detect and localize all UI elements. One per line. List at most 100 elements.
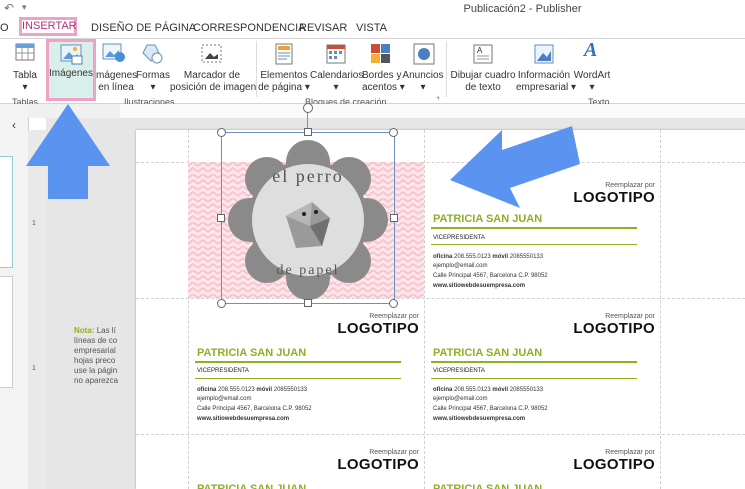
formas-button[interactable]: Formas ▾ <box>136 39 170 101</box>
page-thumbnail-1[interactable] <box>0 156 13 268</box>
tab-insertar[interactable]: INSERTAR <box>19 17 77 36</box>
imagenes-linea-label-1: mágenes <box>96 70 138 81</box>
card-address: Calle Principal 4567, Barcelona C.P. 980… <box>197 406 312 412</box>
picture-placeholder-icon <box>201 44 222 63</box>
card-name: PATRICIA SAN JUAN <box>433 213 543 225</box>
tab-insertar-label: INSERTAR <box>22 20 77 32</box>
resize-handle[interactable] <box>217 128 226 137</box>
wordart-dropdown-icon: ▾ <box>589 82 595 93</box>
imagenes-en-linea-button[interactable]: mágenes en línea <box>96 39 138 101</box>
elementos-pagina-button[interactable]: Elementos de página ▾ <box>258 39 310 101</box>
formas-label: Formas <box>136 70 170 81</box>
informacion-empresarial-button[interactable]: Informaciónempresarial ▾ <box>516 39 576 101</box>
note-line: hojas preco <box>74 356 116 365</box>
logo-placeholder: LOGOTIPO <box>573 320 655 337</box>
page-thumbnail-2[interactable] <box>0 276 13 388</box>
card-email: ejemplo@email.com <box>433 263 488 269</box>
anuncios-label: Anuncios <box>402 70 444 81</box>
page-parts-icon <box>275 43 293 65</box>
card-web: www.sitiowebdesuempresa.com <box>433 283 526 289</box>
mobile: 2085550133 <box>509 254 544 260</box>
card-name: PATRICIA SAN JUAN <box>433 347 543 359</box>
business-card[interactable]: Reemplazar por LOGOTIPO PATRICIA SAN JUA… <box>189 299 425 435</box>
mobile: 2085550133 <box>273 387 308 393</box>
resize-handle[interactable] <box>217 299 226 308</box>
logo-placeholder: LOGOTIPO <box>337 456 419 473</box>
dibujar-cuadro-texto-button[interactable]: A Dibujar cuadro de texto <box>450 39 516 101</box>
inserted-image[interactable]: el perro de papel <box>217 128 398 308</box>
publication-page[interactable]: Reemplazar por LOGOTIPO PATRICIA SAN JUA… <box>136 108 745 489</box>
phone: 208.555.0123 <box>454 254 491 260</box>
card-address: Calle Principal 4567, Barcelona C.P. 980… <box>433 406 548 412</box>
business-card[interactable]: Reemplazar por LOGOTIPO PATRICIA SAN JUA… <box>425 435 661 489</box>
imagenes-button[interactable]: Imágenes <box>46 39 96 101</box>
phone: 208.555.0123 <box>454 387 491 393</box>
logo-placeholder-small: Reemplazar por <box>369 449 419 456</box>
picture-icon <box>60 44 83 65</box>
left-arrow-annotation <box>450 126 580 208</box>
tab-vista[interactable]: VISTA <box>356 22 387 34</box>
info-label-2: empresarial <box>516 82 569 93</box>
phone: 208.555.0123 <box>218 387 255 393</box>
tab-file[interactable]: O <box>0 22 9 34</box>
anuncios-dropdown-icon: ▾ <box>420 82 426 93</box>
collapse-pane-icon[interactable]: ‹ <box>12 118 16 132</box>
logo-placeholder: LOGOTIPO <box>573 456 655 473</box>
logo-placeholder: LOGOTIPO <box>573 189 655 206</box>
tabla-button[interactable]: Tabla ▾ <box>10 70 40 94</box>
card-divider <box>195 361 401 363</box>
note-line: Las lí <box>96 326 116 335</box>
card-phone-line: oficina 208.555.0123 móvil 2085550133 <box>433 254 543 260</box>
business-card[interactable]: Reemplazar por LOGOTIPO PATRICIA SAN JUA… <box>425 299 661 435</box>
wordart-icon: A <box>584 39 598 61</box>
resize-handle[interactable] <box>390 214 398 222</box>
business-card[interactable]: Reemplazar por LOGOTIPO PATRICIA SAN JUA… <box>189 435 425 489</box>
dibujar-label-2: de texto <box>465 82 501 93</box>
tab-correspondencia[interactable]: CORRESPONDENCIA <box>193 22 305 34</box>
business-info-icon <box>534 44 554 64</box>
wordart-button[interactable]: A WordArt ▾ <box>572 39 612 101</box>
card-web: www.sitiowebdesuempresa.com <box>433 416 526 422</box>
card-email: ejemplo@email.com <box>433 396 488 402</box>
tab-revisar[interactable]: REVISAR <box>299 22 347 34</box>
card-name: PATRICIA SAN JUAN <box>197 347 307 359</box>
anuncios-button[interactable]: Anuncios ▾ <box>402 39 444 101</box>
phone-label: oficina <box>433 387 453 393</box>
title-bar: ↶ ▾ Publicación2 - Publisher <box>0 0 745 19</box>
advertisements-icon <box>413 43 435 65</box>
card-role: VICEPRESIDENTA <box>433 235 485 241</box>
card-phone-line: oficina 208.555.0123 móvil 2085550133 <box>433 387 543 393</box>
resize-handle[interactable] <box>217 214 225 222</box>
phone-label: oficina <box>433 254 453 260</box>
formas-dropdown-icon: ▾ <box>150 82 156 93</box>
marcador-posicion-imagen-button[interactable]: Marcador de posición de imagen <box>170 39 257 101</box>
card-role: VICEPRESIDENTA <box>433 368 485 374</box>
logo-placeholder: LOGOTIPO <box>337 320 419 337</box>
imagenes-label: Imágenes <box>49 68 93 79</box>
bordes-label-1: Bordes y <box>362 70 402 81</box>
marcador-label-2: posición de imagen <box>170 82 257 93</box>
window-title: Publicación2 - Publisher <box>463 3 582 15</box>
bordes-acentos-button[interactable]: Bordes yacentos ▾ <box>362 39 405 101</box>
resize-handle[interactable] <box>389 128 398 137</box>
card-divider <box>431 244 637 245</box>
card-role: VICEPRESIDENTA <box>197 368 249 374</box>
horizontal-ruler-area <box>120 104 745 118</box>
imagenes-linea-label-2: en línea <box>98 82 134 93</box>
calendarios-button[interactable]: Calendarios ▾ <box>310 39 363 101</box>
ribbon-separator <box>446 41 447 97</box>
elementos-label-1: Elementos <box>260 70 308 81</box>
card-divider <box>431 227 637 229</box>
card-name: PATRICIA SAN JUAN <box>433 483 543 489</box>
resize-handle[interactable] <box>304 299 312 307</box>
borders-accents-icon <box>371 44 390 63</box>
tab-diseno-pagina[interactable]: DISEÑO DE PÁGINA <box>91 22 196 34</box>
selection-border <box>221 132 395 304</box>
resize-handle[interactable] <box>304 128 312 136</box>
rotate-handle[interactable] <box>303 103 313 113</box>
card-email: ejemplo@email.com <box>197 396 252 402</box>
card-web: www.sitiowebdesuempresa.com <box>197 416 290 422</box>
ribbon-separator <box>256 41 257 97</box>
svg-text:A: A <box>477 46 483 55</box>
resize-handle[interactable] <box>389 299 398 308</box>
